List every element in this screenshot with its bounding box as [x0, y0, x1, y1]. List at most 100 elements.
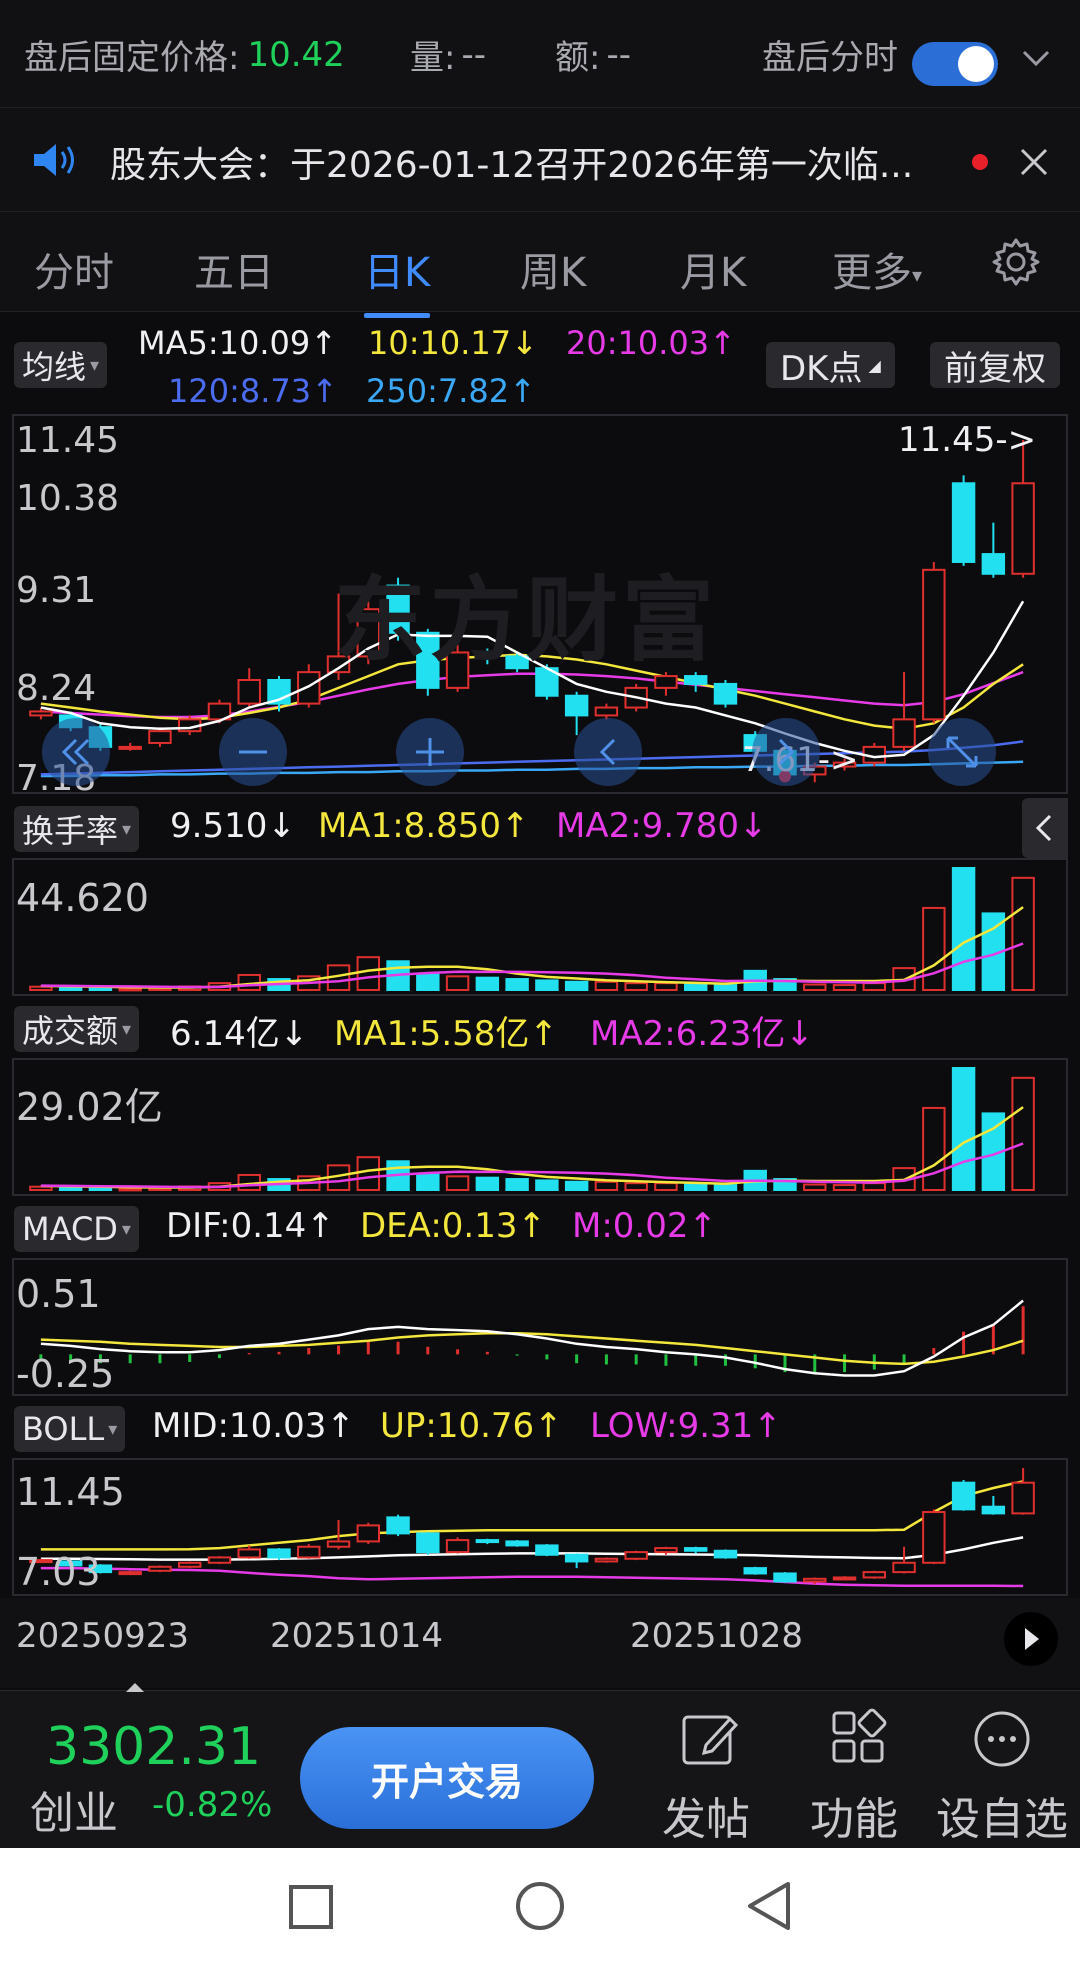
caret-down-icon: ▾ — [121, 1218, 131, 1240]
boll-candle-15 — [475, 1539, 500, 1544]
amount-bar-21 — [654, 1182, 678, 1192]
macd-selector-label: MACD — [22, 1210, 118, 1248]
amount-selector[interactable]: 成交额 ▾ — [14, 1006, 140, 1052]
boll-candle-5 — [177, 1561, 202, 1568]
scroll-left-button[interactable] — [574, 718, 642, 786]
turnover-ma1-line — [40, 906, 1024, 989]
collapse-panel-button[interactable] — [1022, 798, 1068, 858]
caret-down-icon: ▾ — [122, 1018, 132, 1040]
amount-bar-30 — [922, 1106, 946, 1192]
boll-candle-13 — [416, 1532, 440, 1554]
turnover-bar-30 — [922, 906, 946, 992]
open-account-trade-label: 开户交易 — [370, 1759, 523, 1804]
notice-text[interactable]: 股东大会：于2026-01-12召开2026年第一次临... — [110, 136, 913, 188]
boll-candle-18 — [564, 1553, 589, 1563]
watermark: 东方财富 — [334, 567, 719, 674]
boll-candle-19 — [594, 1557, 619, 1563]
boll-candle-29 — [892, 1561, 916, 1574]
kline-panel[interactable]: 东方财富 11.45 10.38 9.31 8.24 7.18 11.45-> … — [12, 414, 1068, 799]
kline-candle-19 — [594, 706, 619, 717]
post-label: 发帖 — [662, 1794, 750, 1845]
open-account-trade-button[interactable]: 开户交易 — [300, 1727, 594, 1829]
after-hours-toggle[interactable] — [912, 42, 998, 86]
turnover-bar-27 — [832, 984, 857, 991]
gear-icon[interactable] — [990, 236, 1042, 292]
boll-candle-27 — [832, 1576, 857, 1581]
turnover-bar-26 — [803, 983, 827, 991]
period-tabs: 分时 五日 日K 周K 月K 更多▾ — [0, 212, 1080, 318]
index-widget[interactable]: 3302.31 创业 -0.82% — [20, 1691, 290, 1849]
tab-monthly-k[interactable]: 月K — [680, 240, 746, 298]
turnover-chart — [29, 867, 1035, 992]
forward-adjust-button[interactable]: 前复权 — [930, 342, 1060, 389]
grid-icon — [832, 1708, 887, 1763]
date-label-2: 20251014 — [270, 1616, 444, 1656]
boll-axis-top: 11.45 — [16, 1470, 125, 1514]
boll-candle-26 — [803, 1577, 827, 1583]
close-icon[interactable] — [1016, 144, 1052, 184]
kline-candle-30 — [922, 568, 946, 721]
add-watchlist-button[interactable]: 设自选 — [936, 1697, 1076, 1847]
chevron-down-icon[interactable] — [1018, 40, 1054, 80]
boll-axis-bottom: 7.03 — [16, 1550, 101, 1594]
back-button[interactable] — [744, 1880, 794, 1936]
fullscreen-button[interactable] — [928, 718, 996, 786]
boll-chart — [29, 1468, 1035, 1588]
triangle-back-icon — [748, 1882, 790, 1930]
turnover-bar-18 — [564, 980, 589, 992]
amount-bar-28 — [862, 1182, 887, 1192]
turnover-bar-13 — [416, 972, 440, 991]
scroll-right-button[interactable] — [752, 718, 820, 786]
fixed-price-label: 盘后固定价格: — [24, 38, 240, 78]
boll-candle-12 — [386, 1516, 410, 1535]
turnover-bar-14 — [445, 975, 470, 991]
macd-selector[interactable]: MACD ▾ — [14, 1206, 139, 1252]
amount-ma1: MA1:5.58亿↑ — [334, 1014, 558, 1054]
tab-weekly-k[interactable]: 周K — [520, 240, 586, 298]
post-button[interactable]: 发帖 — [660, 1697, 760, 1847]
dk-point-label: DK点 — [780, 348, 863, 389]
boll-candle-3 — [118, 1571, 142, 1576]
boll-candle-20 — [624, 1551, 648, 1560]
amount-selector-label: 成交额 — [22, 1012, 119, 1050]
boll-candle-8 — [267, 1548, 291, 1559]
turnover-bar-21 — [654, 982, 678, 992]
boll-up: UP:10.76↑ — [380, 1406, 563, 1446]
boll-selector[interactable]: BOLL ▾ — [14, 1406, 126, 1452]
dk-point-button[interactable]: DK点 ◢ — [766, 342, 895, 389]
amount-panel[interactable]: 29.02亿 — [12, 1058, 1068, 1196]
amount-bar-22 — [683, 1183, 708, 1191]
amount-ma1-line — [40, 1106, 1024, 1189]
macd-panel[interactable]: 0.51 -0.25 — [12, 1258, 1068, 1396]
turnover-selector[interactable]: 换手率 ▾ — [14, 806, 140, 852]
tab-more[interactable]: 更多▾ — [832, 240, 922, 298]
home-button[interactable] — [514, 1880, 566, 1936]
boll-candle-22 — [683, 1547, 708, 1552]
zoom-in-button[interactable] — [396, 718, 464, 786]
tab-daily-k[interactable]: 日K — [364, 240, 431, 318]
boll-candle-11 — [356, 1524, 381, 1543]
ma-selector[interactable]: 均线 ▾ — [14, 342, 108, 388]
index-name: 创业 — [30, 1788, 118, 1839]
boll-candle-25 — [773, 1572, 797, 1583]
caret-down-icon: ▾ — [912, 263, 923, 287]
amount-bar-31 — [951, 1067, 976, 1191]
functions-button[interactable]: 功能 — [808, 1697, 908, 1847]
boll-panel[interactable]: 11.45 7.03 — [12, 1458, 1068, 1596]
play-button[interactable] — [1004, 1612, 1058, 1666]
amount-chart — [29, 1067, 1035, 1192]
boll-candle-16 — [505, 1540, 529, 1547]
circle-icon — [516, 1882, 564, 1930]
zoom-out-button[interactable] — [219, 718, 287, 786]
scroll-left-fast-button[interactable] — [42, 718, 110, 786]
amount-bar-19 — [594, 1180, 619, 1192]
kline-candle-9 — [297, 671, 321, 705]
recents-button[interactable] — [288, 1884, 334, 1934]
kline-axis-2: 10.38 — [16, 478, 120, 519]
turnover-value: 9.510↓ — [170, 806, 296, 846]
notice-bar[interactable]: 股东大会：于2026-01-12召开2026年第一次临... — [0, 108, 1080, 212]
amount-bar-33 — [1011, 1076, 1035, 1191]
tab-intraday[interactable]: 分时 — [34, 240, 114, 298]
tab-five-day[interactable]: 五日 — [194, 240, 274, 298]
turnover-panel[interactable]: 44.620 — [12, 858, 1068, 996]
